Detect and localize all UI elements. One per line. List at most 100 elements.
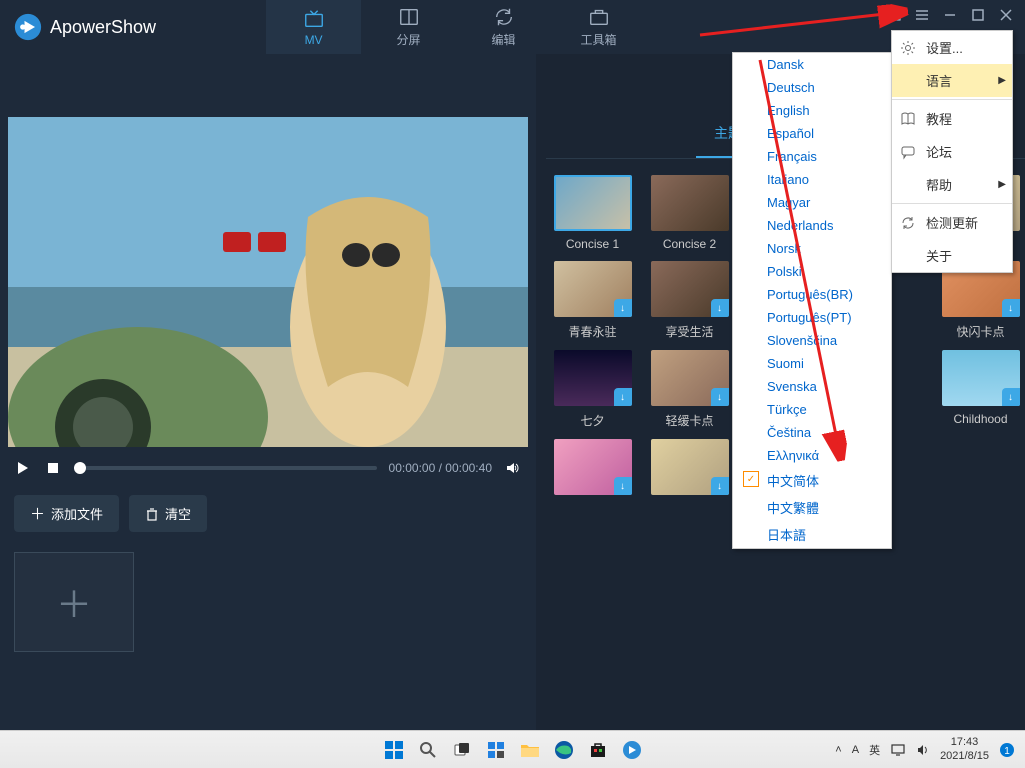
template-thumb[interactable]: ↓ [651,439,729,495]
menu-language[interactable]: 语言 ▶ [892,64,1012,97]
plus-icon: ＋ [56,576,92,628]
clear-button[interactable]: 清空 [129,495,207,532]
template-thumb[interactable]: ↓ [554,350,632,406]
language-option[interactable]: Polski [733,260,891,283]
language-option[interactable]: 日本語 [733,521,891,548]
download-icon: ↓ [711,299,729,317]
template-item[interactable]: ↓ Childhood [938,350,1023,429]
app-logo: ApowerShow [0,13,156,41]
chevron-right-icon: ▶ [998,179,1006,190]
template-item[interactable]: ↓ [550,439,635,501]
start-button[interactable] [379,735,409,765]
taskview-button[interactable] [447,735,477,765]
preview-image [8,117,528,447]
preview-area [8,117,528,447]
menu-separator [892,99,1012,100]
language-option[interactable]: Svenska [733,375,891,398]
template-thumb[interactable]: ↓ [554,439,632,495]
template-item[interactable]: ↓青春永驻 [550,261,635,340]
progress-bar[interactable] [74,466,377,470]
language-option[interactable]: Français [733,145,891,168]
store-button[interactable] [583,735,613,765]
language-option[interactable]: Nederlands [733,214,891,237]
volume-button[interactable] [504,459,522,477]
apowershow-taskbar-icon[interactable] [617,735,647,765]
language-option[interactable]: Italiano [733,168,891,191]
tray-chevron-icon[interactable]: ˄ [835,744,841,756]
template-thumb[interactable] [651,175,729,231]
language-option[interactable]: Deutsch [733,76,891,99]
language-option[interactable]: English [733,99,891,122]
logo-icon [14,13,42,41]
template-item[interactable]: ↓ [647,439,732,501]
maximize-button[interactable] [967,4,989,26]
progress-knob[interactable] [74,462,86,474]
tv-icon [303,8,325,30]
language-option[interactable]: Dansk [733,53,891,76]
settings-menu: 设置... 语言 ▶ 教程 论坛 帮助 ▶ 检测更新 关于 [891,30,1013,273]
app-window: ApowerShow MV 分屏 编辑 工具箱 [0,0,1025,730]
menu-check-update[interactable]: 检测更新 [892,206,1012,239]
close-button[interactable] [995,4,1017,26]
bottom-buttons: ＋添加文件 清空 [8,489,528,538]
template-label: 享受生活 [665,323,713,340]
search-button[interactable] [413,735,443,765]
notification-icon[interactable]: 1 [999,742,1015,758]
sound-icon[interactable] [916,743,930,757]
template-thumb[interactable]: ↓ [651,261,729,317]
tab-split[interactable]: 分屏 [361,0,456,54]
template-item[interactable]: ↓轻缓卡点 [647,350,732,429]
taskbar: ˄ A 英 17:43 2021/8/15 1 [0,730,1025,768]
language-option[interactable]: Ελληνικά [733,444,891,467]
language-option[interactable]: 中文繁體 [733,494,891,521]
language-option[interactable]: Português(BR) [733,283,891,306]
template-thumb[interactable]: ↓ [942,350,1020,406]
template-item[interactable]: ↓七夕 [550,350,635,429]
vip-icon[interactable] [883,4,905,26]
stop-button[interactable] [44,459,62,477]
language-option[interactable]: Suomi [733,352,891,375]
widgets-button[interactable] [481,735,511,765]
menu-forum[interactable]: 论坛 [892,135,1012,168]
play-button[interactable] [14,459,32,477]
language-option[interactable]: Slovenščina [733,329,891,352]
template-thumb[interactable]: ↓ [554,261,632,317]
language-option[interactable]: Português(PT) [733,306,891,329]
language-option[interactable]: Español [733,122,891,145]
menu-help[interactable]: 帮助 ▶ [892,168,1012,201]
menu-tutorial[interactable]: 教程 [892,102,1012,135]
template-label: 快闪卡点 [956,323,1004,340]
download-icon: ↓ [1002,299,1020,317]
network-icon[interactable] [890,743,906,757]
menu-icon[interactable] [911,4,933,26]
menu-about[interactable]: 关于 [892,239,1012,272]
template-item[interactable]: ↓ 享受生活 [647,261,732,340]
menu-settings[interactable]: 设置... [892,31,1012,64]
template-item[interactable]: Concise 2 [647,175,732,251]
window-controls [883,4,1017,26]
language-option[interactable]: Čeština [733,421,891,444]
edge-button[interactable] [549,735,579,765]
clock[interactable]: 17:43 2021/8/15 [940,736,989,762]
language-option[interactable]: Norsk [733,237,891,260]
template-item[interactable]: Concise 1 [550,175,635,251]
tab-edit[interactable]: 编辑 [456,0,551,54]
explorer-button[interactable] [515,735,545,765]
gear-icon [900,40,916,56]
minimize-button[interactable] [939,4,961,26]
ime-indicator-lang[interactable]: 英 [869,742,880,758]
template-thumb[interactable]: ↓ [651,350,729,406]
refresh-icon [493,6,515,28]
tab-mv[interactable]: MV [266,0,361,54]
template-thumb[interactable] [554,175,632,231]
ime-indicator-a[interactable]: A [852,744,859,756]
language-option[interactable]: 中文简体 [733,467,891,494]
svg-text:1: 1 [1004,746,1010,757]
tab-toolbox[interactable]: 工具箱 [551,0,646,54]
language-option[interactable]: Türkçe [733,398,891,421]
add-file-button[interactable]: ＋添加文件 [14,495,119,532]
add-media-slot[interactable]: ＋ [14,552,134,652]
language-option[interactable]: Magyar [733,191,891,214]
template-label: Childhood [953,412,1007,426]
download-icon: ↓ [711,477,729,495]
